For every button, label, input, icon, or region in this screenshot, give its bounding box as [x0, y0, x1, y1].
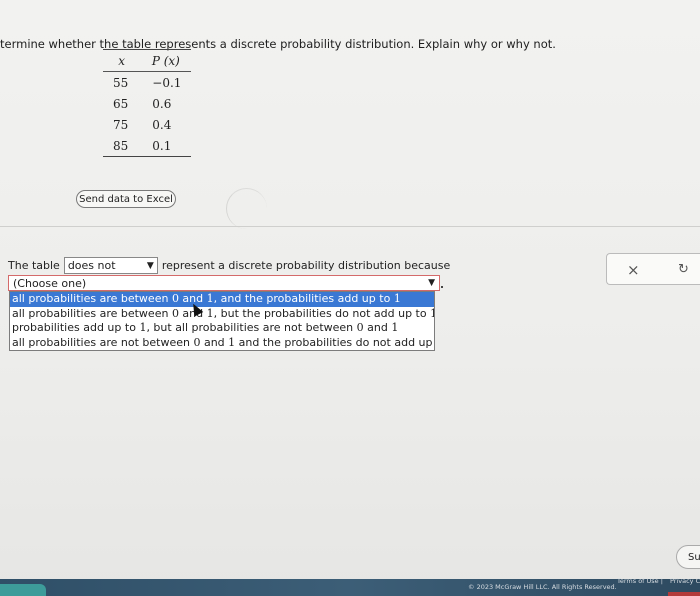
- cell-x: 85: [113, 138, 129, 153]
- submit-button[interactable]: Sul: [676, 545, 700, 569]
- option-text: , but all probabilities are not between: [146, 321, 357, 334]
- clear-answer-icon[interactable]: ×: [627, 261, 640, 279]
- option-text: and: [200, 335, 229, 349]
- option-text: and the probabilities do not add up to: [235, 335, 434, 349]
- option-item[interactable]: all probabilities are between 0 and 1, a…: [10, 292, 434, 307]
- option-text: , but the probabilities do not add up to: [213, 306, 431, 320]
- cell-px: 0.6: [152, 96, 172, 111]
- answer-suffix: represent a discrete probability distrib…: [161, 259, 451, 272]
- table-row: 65 0.6: [103, 93, 191, 114]
- send-to-excel-button[interactable]: Send data to Excel: [76, 190, 176, 208]
- option-math: 1: [206, 292, 214, 305]
- cell-px: −0.1: [152, 75, 182, 90]
- cell-x: 75: [113, 117, 129, 132]
- cell-px: 0.4: [152, 117, 172, 132]
- question-text: termine whether the table represents a d…: [0, 37, 556, 51]
- table-row: 85 0.1: [103, 135, 191, 157]
- period-mark: [441, 286, 443, 288]
- cell-x: 55: [113, 75, 129, 90]
- cell-px: 0.1: [152, 138, 172, 153]
- redo-icon[interactable]: ↻: [678, 262, 689, 277]
- probability-table: x P (x) 55 −0.1 65 0.6 75 0.4 85 0.1: [103, 49, 192, 157]
- option-item[interactable]: all probabilities are not between 0 and …: [10, 336, 434, 351]
- cell-x: 65: [113, 96, 129, 111]
- does-not-select[interactable]: does not ▼: [63, 257, 158, 274]
- option-math: 0: [356, 321, 364, 334]
- dropdown-arrow-icon: ▼: [428, 278, 435, 288]
- option-item[interactable]: probabilities add up to 1 , but all proba…: [10, 321, 434, 336]
- column-header-px: P (x): [140, 49, 192, 72]
- option-text: , and the probabilities add up to: [213, 292, 394, 305]
- reason-select-placeholder: (Choose one): [13, 276, 87, 290]
- option-math: 1: [430, 306, 434, 320]
- table-row: 75 0.4: [103, 114, 191, 135]
- footer-accent: [668, 592, 700, 596]
- option-math: 1: [393, 292, 401, 305]
- section-divider: [0, 226, 700, 227]
- loading-arc: [226, 188, 267, 229]
- option-math: 0: [171, 292, 179, 305]
- column-header-x: x: [103, 49, 141, 72]
- reason-options-list: all probabilities are between 0 and 1, a…: [9, 291, 435, 351]
- terms-link[interactable]: Terms of Use |: [617, 577, 663, 585]
- table-row: 55 −0.1: [103, 72, 191, 94]
- reason-select[interactable]: (Choose one) ▼: [8, 275, 440, 291]
- option-math: 1: [206, 306, 214, 320]
- option-text: and: [363, 321, 392, 334]
- option-text: all probabilities are not between: [12, 335, 194, 349]
- does-not-select-value: does not: [67, 259, 116, 272]
- option-item[interactable]: all probabilities are between 0 and 1, b…: [10, 307, 434, 322]
- option-text: probabilities add up to: [12, 321, 140, 334]
- footer-copyright: © 2023 McGraw Hill LLC. All Rights Reser…: [468, 583, 617, 591]
- option-math: 0: [171, 306, 179, 320]
- dropdown-arrow-icon: ▼: [146, 260, 154, 271]
- option-text: all probabilities are between: [12, 306, 172, 320]
- answer-sentence: The table does not ▼ represent a discret…: [8, 257, 450, 274]
- privacy-link[interactable]: Privacy C: [670, 577, 700, 585]
- option-math: 1: [391, 321, 399, 334]
- answer-prefix: The table: [8, 259, 60, 272]
- option-text: all probabilities are between: [12, 292, 172, 305]
- footer-tab[interactable]: [0, 584, 46, 596]
